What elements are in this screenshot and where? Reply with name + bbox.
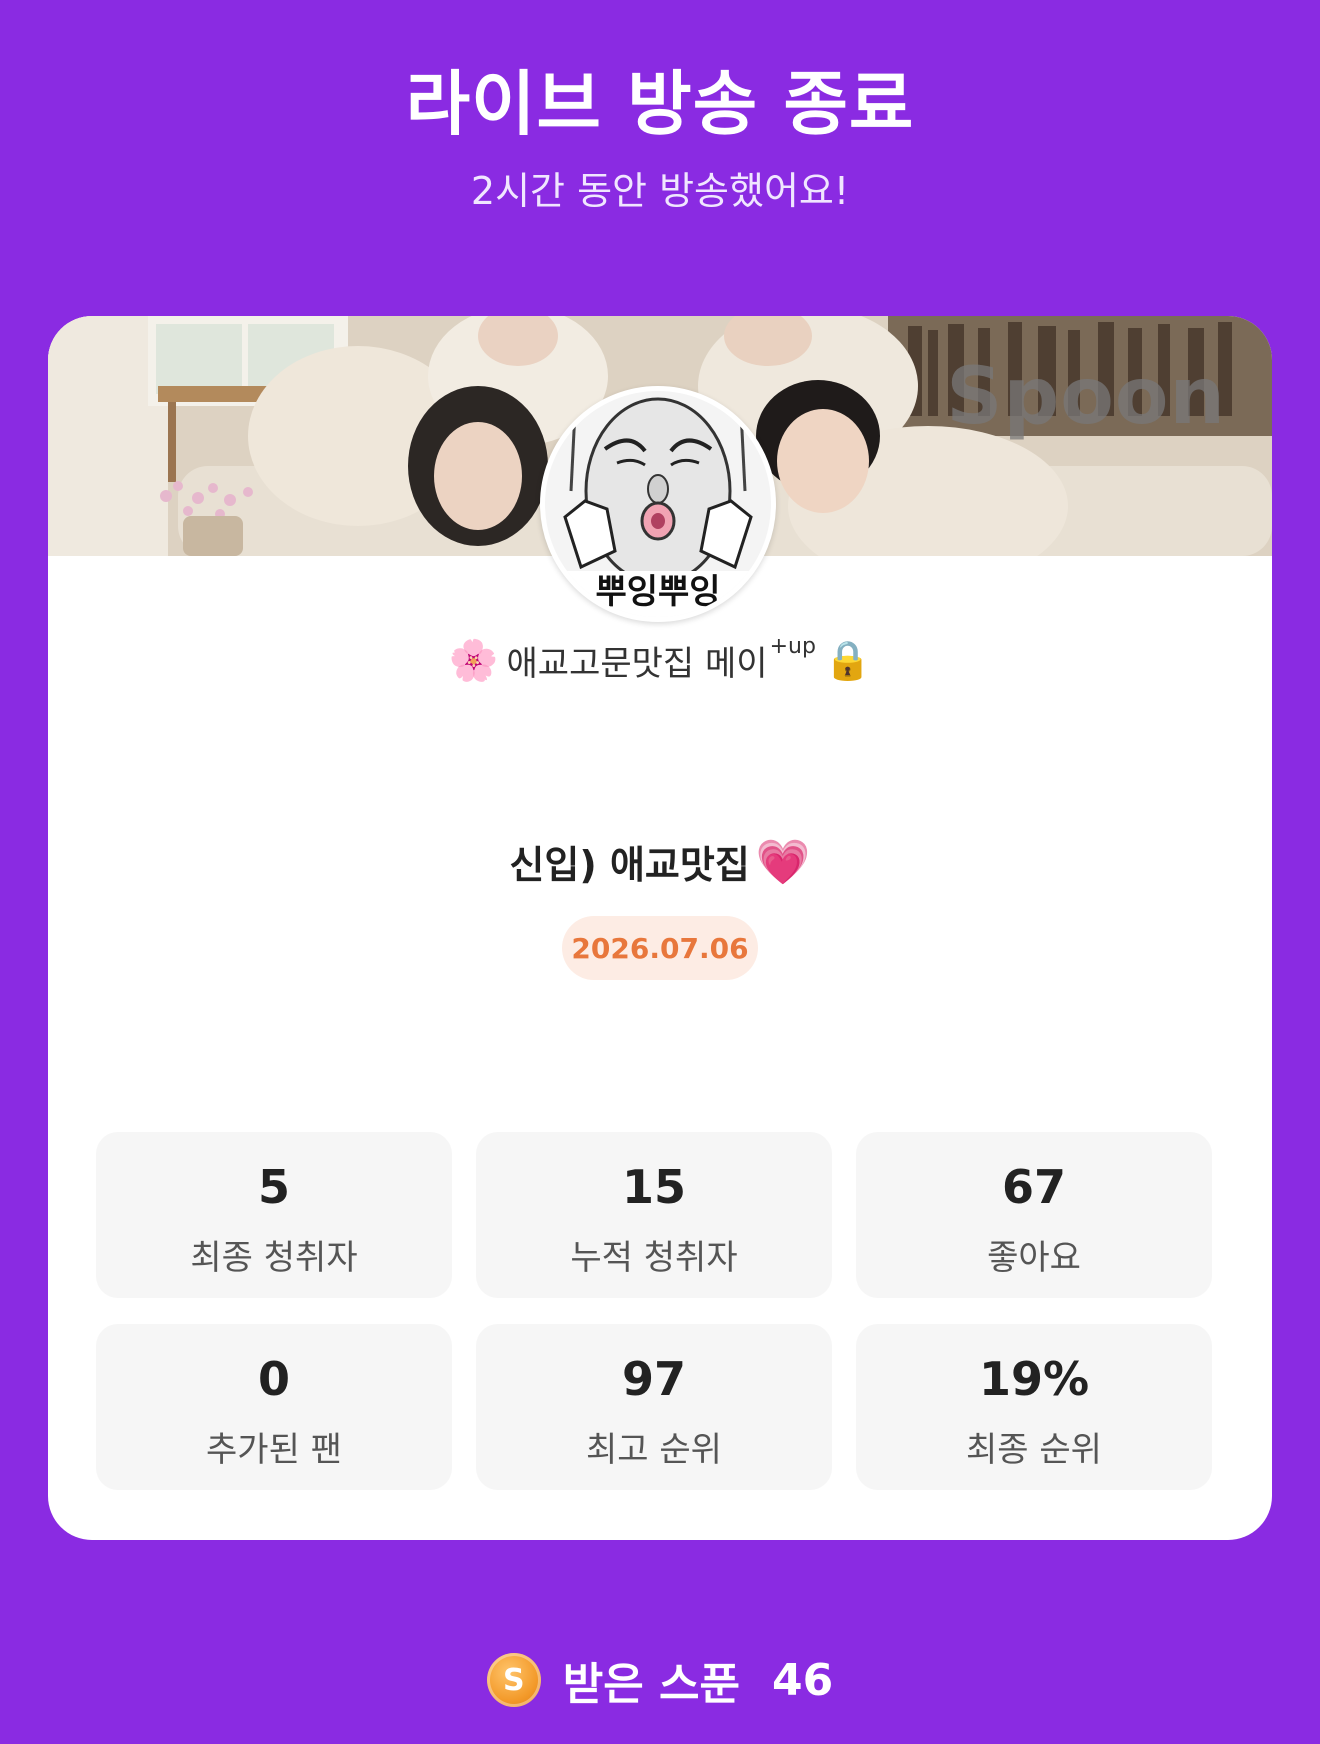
stat-likes: 67 좋아요 (856, 1132, 1212, 1298)
broadcast-title: 신입) 애교맛집 (509, 843, 750, 887)
broadcast-date-badge: 2026.07.06 (562, 916, 758, 980)
stat-best-rank: 97 최고 순위 (476, 1324, 832, 1490)
stat-label: 누적 청취자 (570, 1238, 738, 1278)
stat-value: 0 (257, 1352, 290, 1406)
broadcast-title-row: 신입) 애교맛집 💗 (48, 834, 1272, 889)
stat-label: 최종 순위 (966, 1430, 1102, 1470)
broadcast-summary-card: Spoon 뿌잉뿌잉 🌸 애교고문맛집 메이 +up 🔒 신입) 애교맛집 � (48, 316, 1272, 1540)
stat-value: 19% (978, 1352, 1090, 1406)
page-title: 라이브 방송 종료 (405, 63, 915, 145)
host-avatar[interactable]: 뿌잉뿌잉 (540, 386, 776, 622)
spoon-watermark: Spoon (946, 352, 1226, 442)
host-info[interactable]: 🌸 애교고문맛집 메이 +up 🔒 (48, 634, 1272, 685)
stat-label: 추가된 팬 (206, 1430, 342, 1470)
spoon-coin-icon: S (486, 1653, 541, 1707)
stat-label: 최고 순위 (586, 1430, 722, 1470)
received-spoons-label: 받은 스푼 (562, 1659, 740, 1710)
pink-heart-icon: 💗 (755, 836, 811, 888)
stat-value: 97 (621, 1352, 686, 1406)
host-name: 애교고문맛집 메이 (506, 644, 768, 684)
stat-label: 최종 청취자 (190, 1238, 358, 1278)
stat-new-fans: 0 추가된 팬 (96, 1324, 452, 1490)
cherry-blossom-icon: 🌸 (448, 638, 499, 684)
stat-final-rank: 19% 최종 순위 (856, 1324, 1212, 1490)
stat-label: 좋아요 (987, 1238, 1081, 1278)
received-spoons: S 받은 스푼 46 (0, 1648, 1320, 1712)
stats-grid: 5 최종 청취자 15 누적 청취자 67 좋아요 0 추가된 팬 97 최고 … (96, 1132, 1212, 1490)
avatar-illustration: 뿌잉뿌잉 (545, 391, 771, 617)
broadcast-duration: 2시간 동안 방송했어요! (470, 169, 850, 213)
received-spoons-count: 46 (772, 1654, 834, 1706)
stat-final-listeners: 5 최종 청취자 (96, 1132, 452, 1298)
lock-icon: 🔒 (823, 638, 872, 682)
svg-text:뿌잉뿌잉: 뿌잉뿌잉 (595, 572, 720, 612)
stat-value: 5 (257, 1160, 290, 1214)
host-name-suffix: +up (769, 634, 816, 659)
stat-value: 15 (621, 1160, 686, 1214)
stat-value: 67 (1001, 1160, 1066, 1214)
stat-total-listeners: 15 누적 청취자 (476, 1132, 832, 1298)
